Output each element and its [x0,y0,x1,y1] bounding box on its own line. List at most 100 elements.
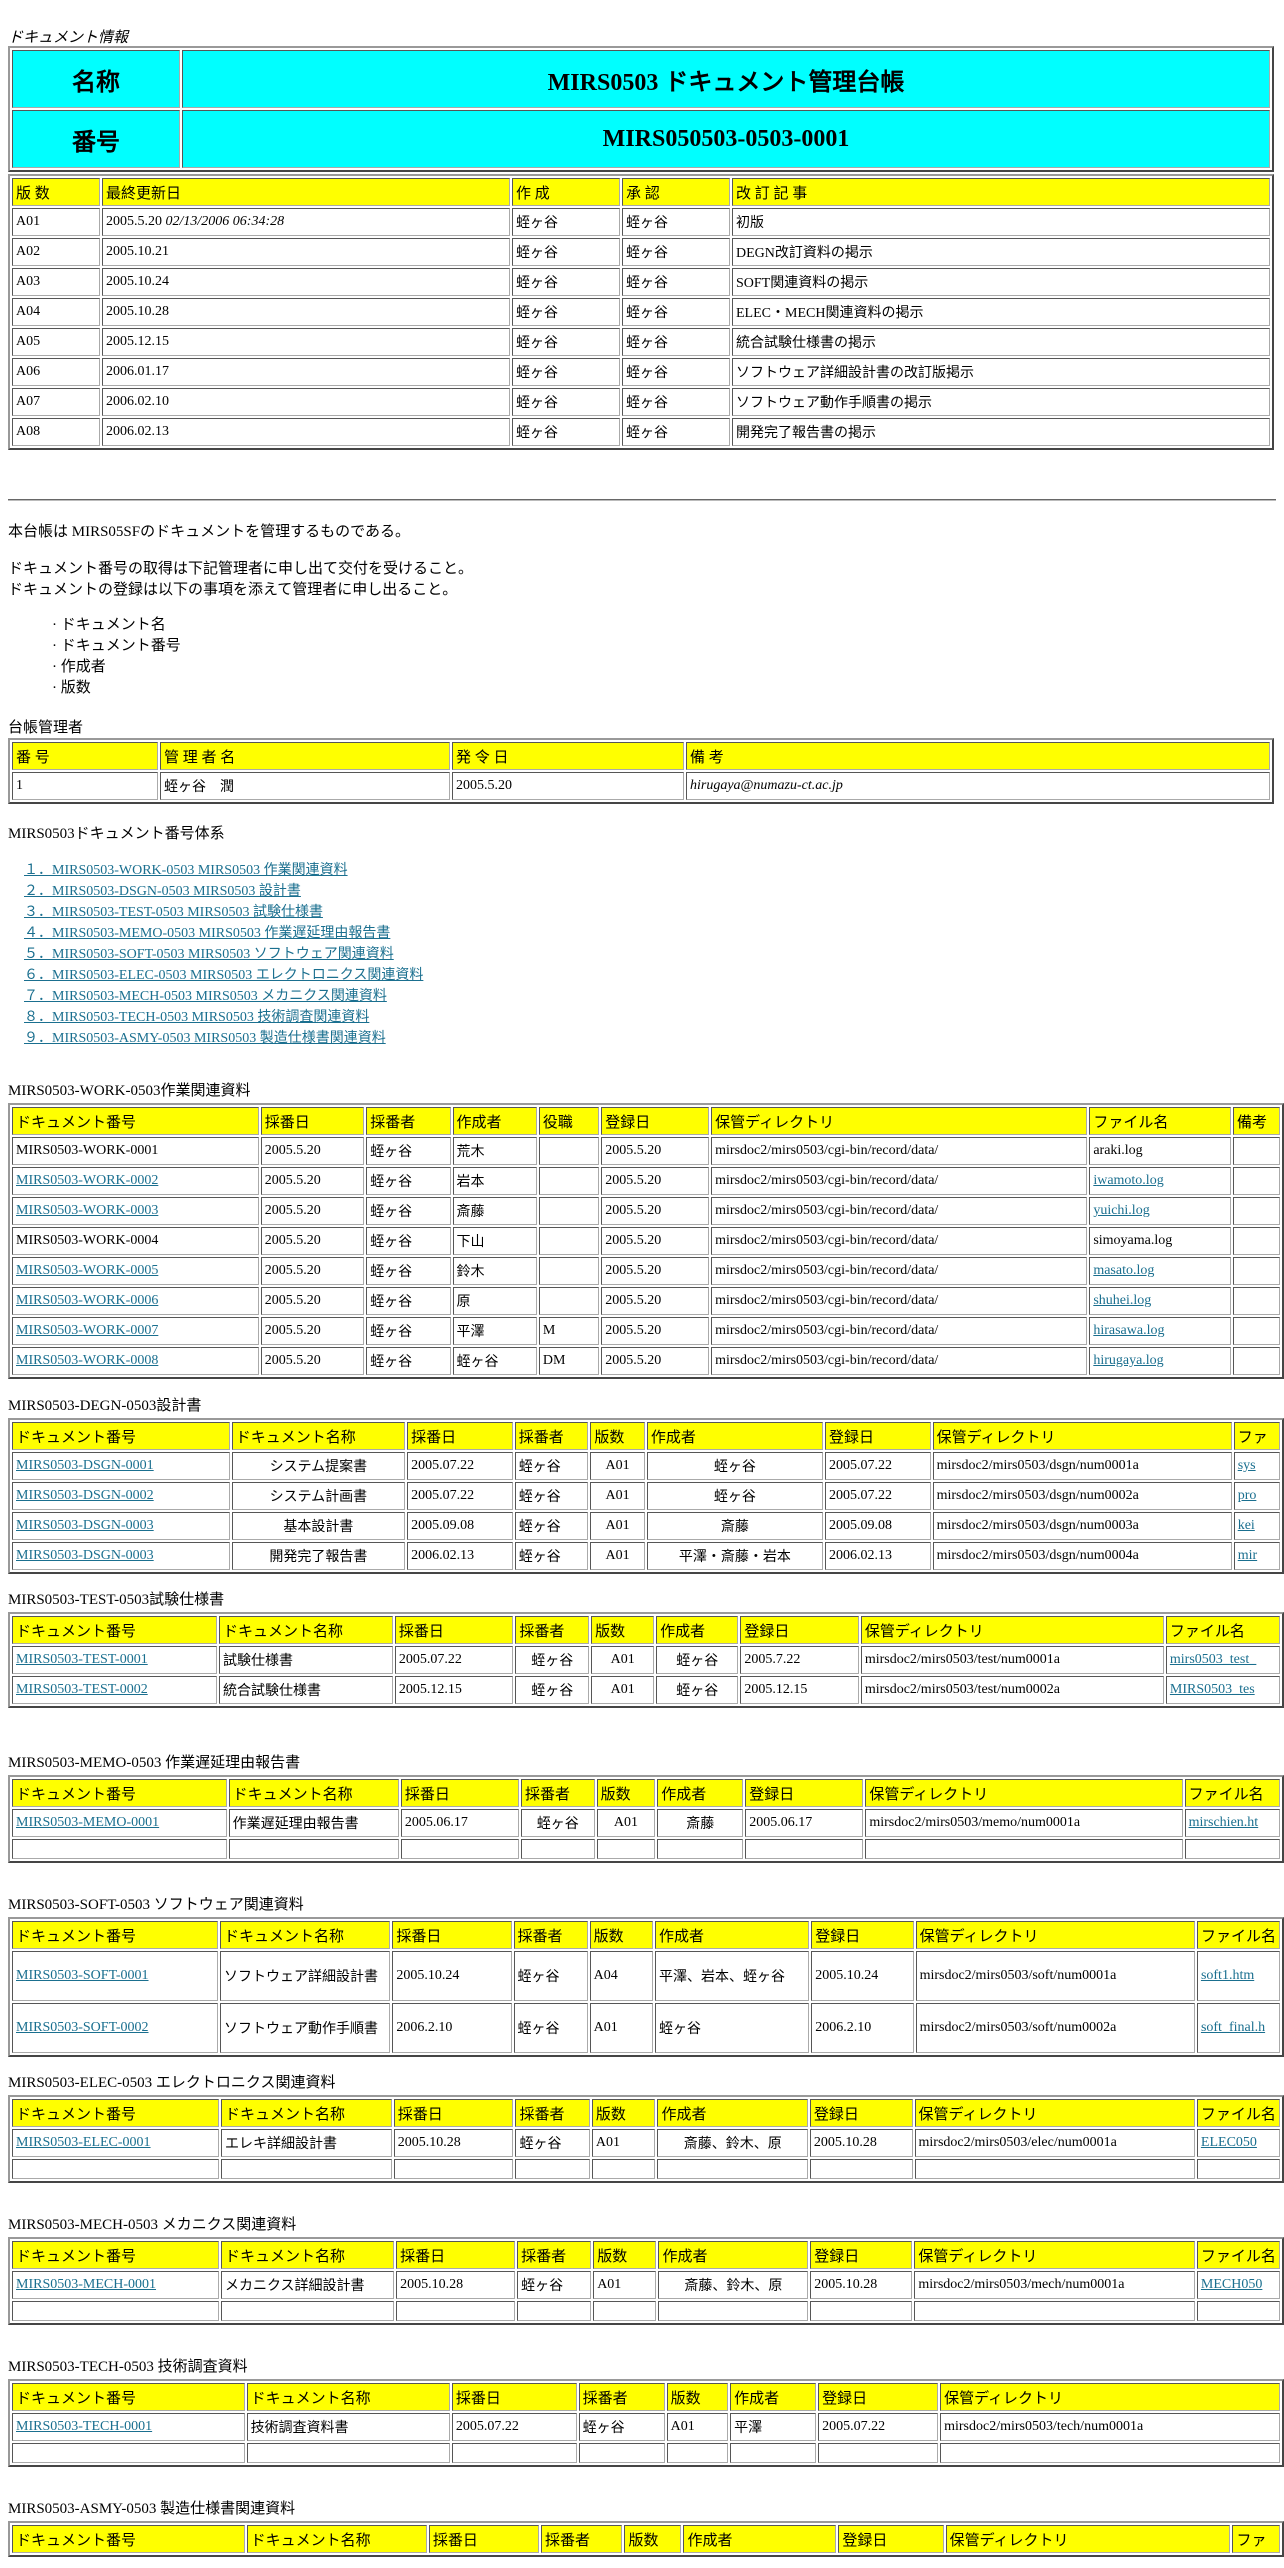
file-link[interactable]: masato.log [1093,1263,1154,1278]
table-cell: 2006.2.10 [811,2003,914,2053]
file-link[interactable]: iwamoto.log [1093,1173,1163,1188]
system-link[interactable]: ７．MIRS0503-MECH-0503 MIRS0503 メカニクス関連資料 [24,989,387,1004]
file-link[interactable]: mir [1238,1548,1257,1563]
doc-number-link[interactable]: MIRS0503-TECH-0001 [16,2419,152,2434]
revision-cell: ELEC・MECH関連資料の掲示 [732,298,1270,326]
doc-number-link[interactable]: MIRS0503-DSGN-0001 [16,1458,154,1473]
system-link[interactable]: ３．MIRS0503-TEST-0503 MIRS0503 試験仕様書 [24,905,323,920]
rev-header: 改 訂 記 事 [732,178,1270,206]
file-link[interactable]: hirasawa.log [1093,1323,1164,1338]
table-cell: mirsdoc2/mirs0503/cgi-bin/record/data/ [711,1347,1088,1375]
file-link[interactable]: ELEC050 [1201,2135,1257,2150]
column-header: 登録日 [740,1616,859,1644]
test-section-title: MIRS0503-TEST-0503試験仕様書 [8,1592,225,1608]
table-cell: 下山 [452,1227,537,1255]
doc-number-link[interactable]: MIRS0503-WORK-0005 [16,1263,158,1278]
column-header: 登録日 [824,1422,931,1450]
table-cell: 2005.07.22 [824,1452,931,1480]
system-link[interactable]: ８．MIRS0503-TECH-0503 MIRS0503 技術調査関連資料 [24,1010,369,1025]
file-link[interactable]: soft_final.h [1201,2020,1265,2035]
doc-info-label: ドキュメント情報 [8,30,129,46]
table-cell: 原 [452,1287,537,1315]
cell-text: 2005.12.15 [744,1682,808,1697]
doc-number-link[interactable]: MIRS0503-WORK-0007 [16,1323,158,1338]
cell-text: 2005.07.22 [828,1488,892,1503]
system-link[interactable]: ２．MIRS0503-DSGN-0503 MIRS0503 設計書 [24,884,301,899]
table-cell: 蛭ヶ谷 [513,2003,588,2053]
system-link[interactable]: １．MIRS0503-WORK-0503 MIRS0503 作業関連資料 [24,863,348,878]
file-link[interactable]: kei [1238,1518,1255,1533]
cell-text: 蛭ヶ谷 [517,1970,560,1985]
doc-number-link[interactable]: MIRS0503-WORK-0006 [16,1293,158,1308]
table-cell: 2005.5.20 [260,1197,365,1225]
doc-number-link[interactable]: MIRS0503-DSGN-0002 [16,1488,154,1503]
test-table: ドキュメント番号 ドキュメント名称 採番日 採番者 版数 作成者 登録日 保管ディレクトリ ファ… [8,1612,1284,1708]
table-cell: 2005.5.20 [260,1137,365,1165]
file-link[interactable]: MIRS0503_tes [1170,1682,1255,1697]
system-link[interactable]: ６．MIRS0503-ELEC-0503 MIRS0503 エレクトロニクス関連… [24,968,423,983]
table-cell: 2005.06.17 [400,1809,519,1837]
file-link[interactable]: yuichi.log [1093,1203,1149,1218]
empty-cell [914,2159,1195,2179]
table-cell: 作業遅延理由報告書 [228,1809,399,1837]
cell-text: 蛭ヶ谷 [370,1355,413,1370]
table-cell: MIRS0503-TEST-0001 [12,1646,217,1674]
doc-number-link[interactable]: MIRS0503-DSGN-0003 [16,1518,154,1533]
empty-row [12,2443,1280,2463]
table-cell: 蛭ヶ谷 [646,1482,823,1510]
table-cell: kei [1233,1512,1280,1540]
table-cell: 2005.5.20 [601,1287,710,1315]
cell-text: mirsdoc2/mirs0503/cgi-bin/record/data/ [715,1173,939,1188]
doc-number-link[interactable]: MIRS0503-WORK-0008 [16,1353,158,1368]
empty-cell [730,2443,817,2463]
doc-number-link[interactable]: MIRS0503-ELEC-0001 [16,2135,151,2150]
cell-text: mirsdoc2/mirs0503/cgi-bin/record/data/ [715,1263,939,1278]
column-header: 採番者 [515,1616,590,1644]
cell-text: 岩本 [456,1175,485,1190]
file-link[interactable]: MECH050 [1201,2277,1262,2292]
table-cell [1232,1347,1280,1375]
table-cell: システム提案書 [231,1452,406,1480]
cell-text: mirsdoc2/mirs0503/cgi-bin/record/data/ [715,1293,939,1308]
file-link[interactable]: pro [1238,1488,1257,1503]
doc-number-link[interactable]: MIRS0503-SOFT-0002 [16,2020,149,2035]
cell-text: mirsdoc2/mirs0503/soft/num0002a [919,2020,1117,2035]
cell-text: 蛭ヶ谷 [531,1654,574,1669]
cell-text: 2005.5.20 [264,1173,321,1188]
doc-number-link[interactable]: MIRS0503-TEST-0002 [16,1682,148,1697]
empty-cell [515,2159,590,2179]
table-cell: 2005.5.20 [260,1347,365,1375]
system-link[interactable]: ４．MIRS0503-MEMO-0503 MIRS0503 作業遅延理由報告書 [24,926,390,941]
cell-text: 蛭ヶ谷 [518,1460,561,1475]
file-link[interactable]: hirugaya.log [1093,1353,1163,1368]
empty-cell [396,2301,516,2321]
doc-number-link[interactable]: MIRS0503-SOFT-0001 [16,1968,149,1983]
file-link[interactable]: soft1.htm [1201,1968,1254,1983]
file-link[interactable]: sys [1238,1458,1256,1473]
column-header: 作成者 [658,2241,809,2269]
table-cell: 蛭ヶ谷 [520,1809,595,1837]
table-cell: 2005.7.22 [740,1646,859,1674]
doc-number-link[interactable]: MIRS0503-DSGN-0003 [16,1548,154,1563]
column-header: 採番者 [517,2241,592,2269]
cell-text: 2006.2.10 [396,2020,453,2035]
system-link[interactable]: ５．MIRS0503-SOFT-0503 MIRS0503 ソフトウェア関連資料 [24,947,394,962]
file-link[interactable]: shuhei.log [1093,1293,1151,1308]
doc-number-link[interactable]: MIRS0503-MEMO-0001 [16,1815,159,1830]
column-header: 版数 [666,2383,729,2411]
revision-cell: 統合試験仕様書の掲示 [732,328,1270,356]
doc-number-link[interactable]: MIRS0503-TEST-0001 [16,1652,148,1667]
cell-text: 2005.5.20 [264,1143,321,1158]
empty-cell [657,2159,808,2179]
file-link[interactable]: mirs0503_test_ [1170,1652,1256,1667]
column-header: 採番日 [407,1422,513,1450]
table-cell: araki.log [1089,1137,1231,1165]
cell-text: 2005.12.15 [398,1682,462,1697]
table-cell: 斎藤、鈴木、原 [658,2271,809,2299]
system-link[interactable]: ９．MIRS0503-ASMY-0503 MIRS0503 製造仕様書関連資料 [24,1031,386,1046]
file-link[interactable]: mirschien.ht [1189,1815,1259,1830]
doc-number-link[interactable]: MIRS0503-WORK-0002 [16,1173,158,1188]
column-header: 保管ディレクトリ [711,1107,1088,1135]
doc-number-link[interactable]: MIRS0503-MECH-0001 [16,2277,156,2292]
doc-number-link[interactable]: MIRS0503-WORK-0003 [16,1203,158,1218]
